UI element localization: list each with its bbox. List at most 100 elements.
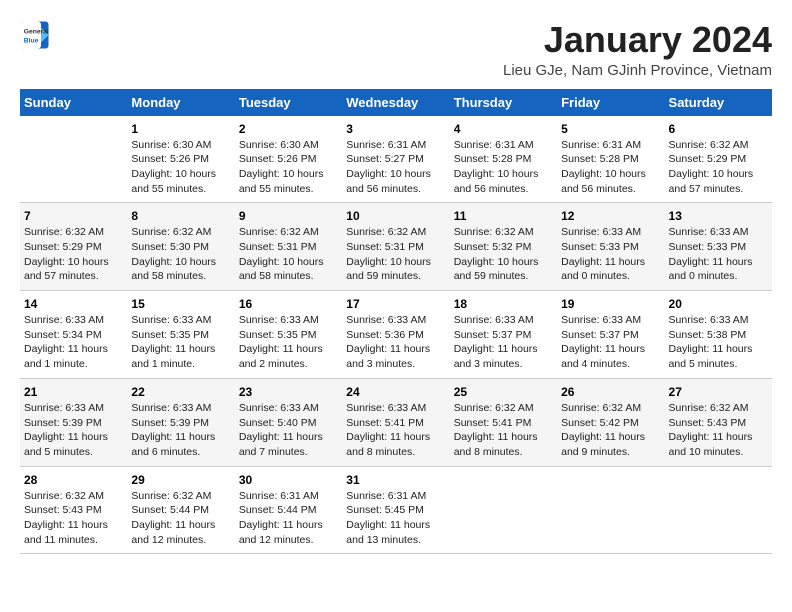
day-info: Sunrise: 6:32 AM Sunset: 5:42 PM Dayligh… bbox=[561, 401, 660, 460]
calendar-cell: 5 Sunrise: 6:31 AM Sunset: 5:28 PM Daylig… bbox=[557, 116, 664, 203]
day-info: Sunrise: 6:32 AM Sunset: 5:32 PM Dayligh… bbox=[454, 225, 553, 284]
calendar-cell: 30 Sunrise: 6:31 AM Sunset: 5:44 PM Dayli… bbox=[235, 466, 342, 554]
calendar-cell bbox=[557, 466, 664, 554]
calendar-cell: 24 Sunrise: 6:33 AM Sunset: 5:41 PM Dayli… bbox=[342, 378, 449, 466]
title-block: January 2024 Lieu GJe, Nam GJinh Provinc… bbox=[503, 20, 772, 79]
calendar-cell: 23 Sunrise: 6:33 AM Sunset: 5:40 PM Dayli… bbox=[235, 378, 342, 466]
logo-icon: General Blue bbox=[20, 20, 50, 50]
calendar-cell: 29 Sunrise: 6:32 AM Sunset: 5:44 PM Dayli… bbox=[127, 466, 234, 554]
day-info: Sunrise: 6:33 AM Sunset: 5:41 PM Dayligh… bbox=[346, 401, 445, 460]
day-number: 3 bbox=[346, 122, 445, 136]
svg-text:Blue: Blue bbox=[24, 38, 39, 45]
day-number: 31 bbox=[346, 473, 445, 487]
calendar-cell: 9Sunrise: 6:32 AM Sunset: 5:31 PM Daylig… bbox=[235, 203, 342, 291]
day-number: 22 bbox=[131, 385, 230, 399]
day-info: Sunrise: 6:32 AM Sunset: 5:31 PM Dayligh… bbox=[239, 225, 338, 284]
day-info: Sunrise: 6:33 AM Sunset: 5:36 PM Dayligh… bbox=[346, 313, 445, 372]
weekday-header-saturday: Saturday bbox=[665, 89, 772, 116]
calendar-cell: 22 Sunrise: 6:33 AM Sunset: 5:39 PM Dayli… bbox=[127, 378, 234, 466]
day-info: Sunrise: 6:33 AM Sunset: 5:33 PM Dayligh… bbox=[561, 225, 660, 284]
day-info: Sunrise: 6:32 AM Sunset: 5:29 PM Dayligh… bbox=[669, 138, 768, 197]
day-info: Sunrise: 6:31 AM Sunset: 5:28 PM Dayligh… bbox=[561, 138, 660, 197]
day-info: Sunrise: 6:32 AM Sunset: 5:31 PM Dayligh… bbox=[346, 225, 445, 284]
day-number: 10 bbox=[346, 209, 445, 223]
calendar-cell: 1 Sunrise: 6:30 AM Sunset: 5:26 PM Daylig… bbox=[127, 116, 234, 203]
day-number: 2 bbox=[239, 122, 338, 136]
calendar-week-row: 21 Sunrise: 6:33 AM Sunset: 5:39 PM Dayli… bbox=[20, 378, 772, 466]
calendar-cell: 18Sunrise: 6:33 AM Sunset: 5:37 PM Dayli… bbox=[450, 291, 557, 379]
calendar-cell: 10 Sunrise: 6:32 AM Sunset: 5:31 PM Dayli… bbox=[342, 203, 449, 291]
day-info: Sunrise: 6:33 AM Sunset: 5:39 PM Dayligh… bbox=[131, 401, 230, 460]
day-number: 11 bbox=[454, 209, 553, 223]
day-number: 6 bbox=[669, 122, 768, 136]
calendar-cell: 2 Sunrise: 6:30 AM Sunset: 5:26 PM Daylig… bbox=[235, 116, 342, 203]
calendar-cell: 27 Sunrise: 6:32 AM Sunset: 5:43 PM Dayli… bbox=[665, 378, 772, 466]
day-info: Sunrise: 6:33 AM Sunset: 5:37 PM Dayligh… bbox=[454, 313, 553, 372]
day-number: 24 bbox=[346, 385, 445, 399]
day-number: 7 bbox=[24, 209, 123, 223]
day-number: 30 bbox=[239, 473, 338, 487]
svg-text:General: General bbox=[24, 29, 49, 36]
day-number: 29 bbox=[131, 473, 230, 487]
day-number: 26 bbox=[561, 385, 660, 399]
day-number: 12 bbox=[561, 209, 660, 223]
calendar-table: SundayMondayTuesdayWednesdayThursdayFrid… bbox=[20, 89, 772, 555]
logo: General Blue bbox=[20, 20, 50, 50]
day-info: Sunrise: 6:33 AM Sunset: 5:40 PM Dayligh… bbox=[239, 401, 338, 460]
day-number: 13 bbox=[669, 209, 768, 223]
day-info: Sunrise: 6:32 AM Sunset: 5:44 PM Dayligh… bbox=[131, 489, 230, 548]
day-number: 19 bbox=[561, 297, 660, 311]
day-info: Sunrise: 6:30 AM Sunset: 5:26 PM Dayligh… bbox=[239, 138, 338, 197]
weekday-header-thursday: Thursday bbox=[450, 89, 557, 116]
day-info: Sunrise: 6:33 AM Sunset: 5:34 PM Dayligh… bbox=[24, 313, 123, 372]
day-info: Sunrise: 6:30 AM Sunset: 5:26 PM Dayligh… bbox=[131, 138, 230, 197]
calendar-week-row: 7Sunrise: 6:32 AM Sunset: 5:29 PM Daylig… bbox=[20, 203, 772, 291]
weekday-header-monday: Monday bbox=[127, 89, 234, 116]
calendar-cell: 20 Sunrise: 6:33 AM Sunset: 5:38 PM Dayli… bbox=[665, 291, 772, 379]
day-info: Sunrise: 6:32 AM Sunset: 5:43 PM Dayligh… bbox=[24, 489, 123, 548]
day-info: Sunrise: 6:33 AM Sunset: 5:35 PM Dayligh… bbox=[131, 313, 230, 372]
calendar-cell: 3 Sunrise: 6:31 AM Sunset: 5:27 PM Daylig… bbox=[342, 116, 449, 203]
day-number: 15 bbox=[131, 297, 230, 311]
calendar-cell bbox=[20, 116, 127, 203]
day-info: Sunrise: 6:33 AM Sunset: 5:37 PM Dayligh… bbox=[561, 313, 660, 372]
day-number: 14 bbox=[24, 297, 123, 311]
weekday-header-friday: Friday bbox=[557, 89, 664, 116]
day-number: 4 bbox=[454, 122, 553, 136]
calendar-cell: 6 Sunrise: 6:32 AM Sunset: 5:29 PM Daylig… bbox=[665, 116, 772, 203]
weekday-header-wednesday: Wednesday bbox=[342, 89, 449, 116]
calendar-cell: 14 Sunrise: 6:33 AM Sunset: 5:34 PM Dayli… bbox=[20, 291, 127, 379]
day-info: Sunrise: 6:33 AM Sunset: 5:38 PM Dayligh… bbox=[669, 313, 768, 372]
day-number: 23 bbox=[239, 385, 338, 399]
day-info: Sunrise: 6:32 AM Sunset: 5:43 PM Dayligh… bbox=[669, 401, 768, 460]
calendar-cell: 31 Sunrise: 6:31 AM Sunset: 5:45 PM Dayli… bbox=[342, 466, 449, 554]
day-info: Sunrise: 6:33 AM Sunset: 5:35 PM Dayligh… bbox=[239, 313, 338, 372]
day-number: 1 bbox=[131, 122, 230, 136]
day-number: 16 bbox=[239, 297, 338, 311]
calendar-week-row: 1 Sunrise: 6:30 AM Sunset: 5:26 PM Daylig… bbox=[20, 116, 772, 203]
calendar-cell: 28 Sunrise: 6:32 AM Sunset: 5:43 PM Dayli… bbox=[20, 466, 127, 554]
calendar-cell: 25 Sunrise: 6:32 AM Sunset: 5:41 PM Dayli… bbox=[450, 378, 557, 466]
calendar-cell: 13Sunrise: 6:33 AM Sunset: 5:33 PM Dayli… bbox=[665, 203, 772, 291]
calendar-cell: 11 Sunrise: 6:32 AM Sunset: 5:32 PM Dayli… bbox=[450, 203, 557, 291]
day-number: 25 bbox=[454, 385, 553, 399]
calendar-cell: 8Sunrise: 6:32 AM Sunset: 5:30 PM Daylig… bbox=[127, 203, 234, 291]
day-info: Sunrise: 6:31 AM Sunset: 5:44 PM Dayligh… bbox=[239, 489, 338, 548]
day-info: Sunrise: 6:33 AM Sunset: 5:39 PM Dayligh… bbox=[24, 401, 123, 460]
calendar-week-row: 14 Sunrise: 6:33 AM Sunset: 5:34 PM Dayli… bbox=[20, 291, 772, 379]
day-number: 28 bbox=[24, 473, 123, 487]
calendar-cell: 16 Sunrise: 6:33 AM Sunset: 5:35 PM Dayli… bbox=[235, 291, 342, 379]
day-number: 5 bbox=[561, 122, 660, 136]
day-info: Sunrise: 6:32 AM Sunset: 5:30 PM Dayligh… bbox=[131, 225, 230, 284]
day-info: Sunrise: 6:31 AM Sunset: 5:27 PM Dayligh… bbox=[346, 138, 445, 197]
calendar-cell: 4Sunrise: 6:31 AM Sunset: 5:28 PM Daylig… bbox=[450, 116, 557, 203]
day-number: 20 bbox=[669, 297, 768, 311]
day-info: Sunrise: 6:32 AM Sunset: 5:41 PM Dayligh… bbox=[454, 401, 553, 460]
day-number: 27 bbox=[669, 385, 768, 399]
day-info: Sunrise: 6:31 AM Sunset: 5:45 PM Dayligh… bbox=[346, 489, 445, 548]
weekday-header-row: SundayMondayTuesdayWednesdayThursdayFrid… bbox=[20, 89, 772, 116]
day-number: 17 bbox=[346, 297, 445, 311]
weekday-header-sunday: Sunday bbox=[20, 89, 127, 116]
day-number: 21 bbox=[24, 385, 123, 399]
calendar-cell: 17 Sunrise: 6:33 AM Sunset: 5:36 PM Dayli… bbox=[342, 291, 449, 379]
